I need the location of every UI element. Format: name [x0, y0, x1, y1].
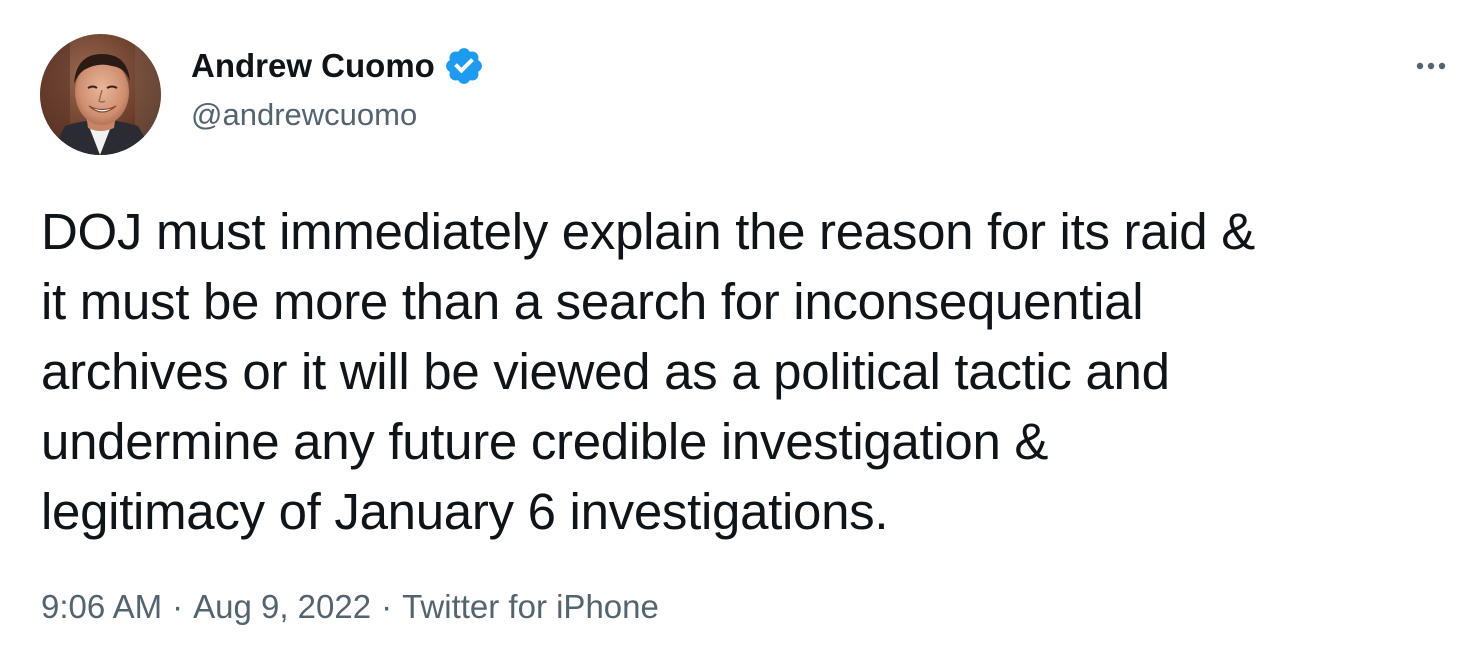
author-display-name[interactable]: Andrew Cuomo [191, 47, 435, 85]
more-horizontal-icon [1416, 62, 1446, 70]
tweet-text-line: DOJ must immediately explain the reason … [41, 203, 1255, 260]
tweet-source[interactable]: Twitter for iPhone [402, 588, 659, 626]
verified-badge-icon [443, 45, 485, 87]
tweet-time[interactable]: 9:06 AM [41, 588, 162, 626]
tweet-text-line: it must be more than a search for incons… [41, 273, 1144, 330]
tweet-text: DOJ must immediately explain the reason … [41, 197, 1441, 547]
meta-separator: · [381, 588, 393, 625]
author-name-row: Andrew Cuomo [191, 44, 485, 88]
avatar-image [40, 34, 161, 155]
meta-separator: · [172, 588, 184, 625]
tweet-card: Andrew Cuomo @andrewcuomo DOJ must immed… [0, 0, 1465, 665]
tweet-date[interactable]: Aug 9, 2022 [193, 588, 371, 626]
tweet-text-line: undermine any future credible investigat… [41, 413, 1049, 470]
tweet-text-line: archives or it will be viewed as a polit… [41, 343, 1170, 400]
tweet-metadata: 9:06 AM · Aug 9, 2022 · Twitter for iPho… [41, 588, 659, 626]
avatar[interactable] [40, 34, 161, 155]
tweet-text-line: legitimacy of January 6 investigations. [41, 483, 889, 540]
more-options-button[interactable] [1408, 46, 1454, 86]
author-handle[interactable]: @andrewcuomo [191, 97, 417, 133]
